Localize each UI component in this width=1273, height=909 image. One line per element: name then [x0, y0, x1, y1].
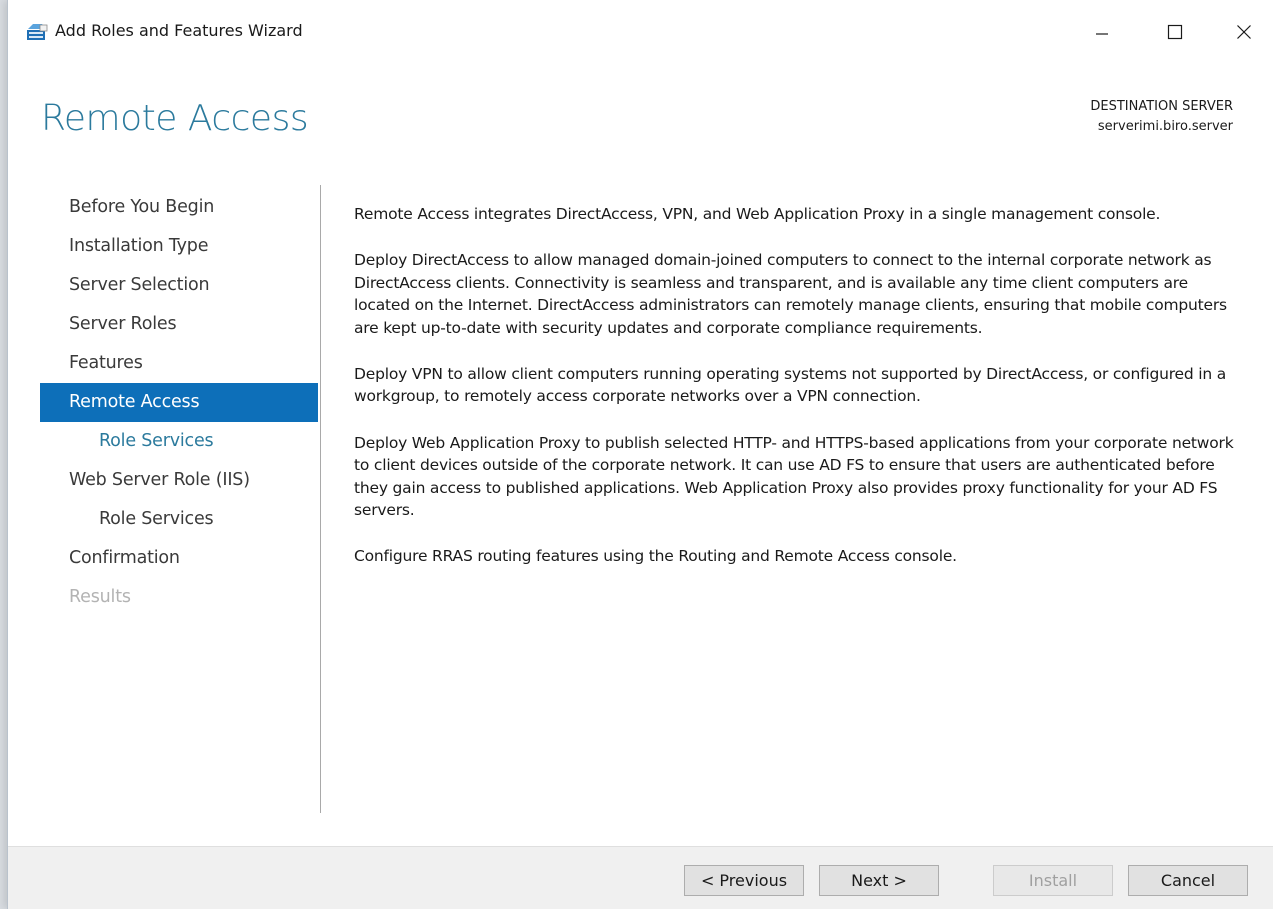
close-icon [1237, 25, 1251, 39]
description-panel: Remote Access integrates DirectAccess, V… [354, 203, 1244, 592]
cancel-button[interactable]: Cancel [1128, 865, 1248, 896]
nav-item-installation-type[interactable]: Installation Type [40, 227, 318, 266]
nav-item-iis-role-services[interactable]: Role Services [40, 500, 318, 539]
destination-server-name: serverimi.biro.server [1097, 119, 1233, 134]
window-title: Add Roles and Features Wizard [55, 21, 303, 40]
description-paragraph-web-app-proxy: Deploy Web Application Proxy to publish … [354, 433, 1234, 520]
wizard-window: Add Roles and Features Wizard Remote Acc… [8, 0, 1273, 909]
description-paragraph-directaccess: Deploy DirectAccess to allow managed dom… [354, 251, 1227, 337]
close-button[interactable] [1222, 14, 1266, 50]
nav-item-remote-access[interactable]: Remote Access [40, 383, 318, 422]
minimize-button[interactable] [1080, 14, 1124, 50]
nav-item-results: Results [69, 587, 131, 607]
nav-item-web-server-role[interactable]: Web Server Role (IIS) [40, 461, 318, 500]
maximize-button[interactable] [1153, 14, 1197, 50]
nav-item-confirmation[interactable]: Confirmation [40, 539, 318, 578]
wizard-nav: Before You Begin Installation Type Serve… [40, 188, 318, 617]
nav-item-server-selection[interactable]: Server Selection [40, 266, 318, 305]
page-title: Remote Access [41, 98, 309, 139]
previous-button[interactable]: < Previous [684, 865, 804, 896]
description-paragraph-rras: Configure RRAS routing features using th… [354, 547, 957, 566]
nav-item-remote-access-role-services[interactable]: Role Services [40, 422, 318, 461]
next-button[interactable]: Next > [819, 865, 939, 896]
maximize-icon [1167, 24, 1183, 40]
nav-divider [320, 185, 321, 813]
minimize-icon [1096, 33, 1108, 35]
description-paragraph-intro: Remote Access integrates DirectAccess, V… [354, 205, 1161, 223]
install-button: Install [993, 865, 1113, 896]
server-manager-icon [26, 23, 48, 41]
destination-server-label: DESTINATION SERVER [1090, 99, 1233, 114]
nav-item-server-roles[interactable]: Server Roles [40, 305, 318, 344]
nav-item-features[interactable]: Features [40, 344, 318, 383]
description-paragraph-vpn: Deploy VPN to allow client computers run… [354, 365, 1227, 406]
wizard-footer: < Previous Next > Install Cancel [8, 846, 1273, 909]
nav-item-before-you-begin[interactable]: Before You Begin [40, 188, 318, 227]
title-bar[interactable]: Add Roles and Features Wizard [8, 0, 1273, 64]
